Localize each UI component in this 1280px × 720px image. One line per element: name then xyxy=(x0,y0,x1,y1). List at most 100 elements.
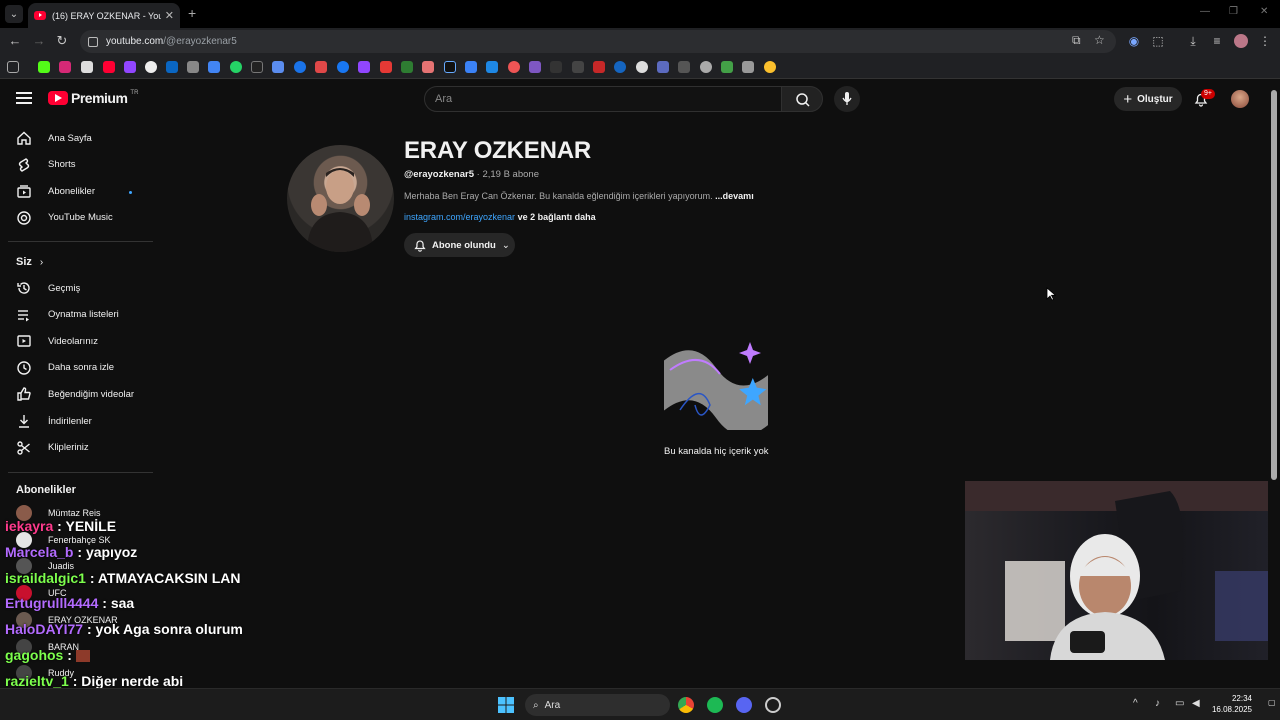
taskbar-search[interactable]: ⌕ Ara xyxy=(525,694,670,716)
bookmark-twitch-icon[interactable] xyxy=(124,61,136,73)
bookmark-icon-23[interactable] xyxy=(529,61,541,73)
sidebar-item-youtube-music[interactable]: YouTube Music xyxy=(0,205,152,231)
bookmark-facebook-icon[interactable] xyxy=(337,61,349,73)
discord-taskbar-icon[interactable] xyxy=(736,697,752,713)
apps-grid-icon[interactable] xyxy=(7,61,19,73)
address-bar[interactable]: youtube.com /@erayozkenar5 xyxy=(80,30,1116,53)
download-icon[interactable]: ⤓ xyxy=(1186,34,1200,48)
description-more[interactable]: ...devamı xyxy=(715,191,754,201)
back-icon[interactable]: ← xyxy=(7,33,23,48)
bookmark-icon-13[interactable] xyxy=(315,61,327,73)
bookmark-icon-6[interactable] xyxy=(166,61,178,73)
windows-start-icon[interactable] xyxy=(498,697,514,713)
tab-active[interactable]: (16) ERAY OZKENAR - YouTube ✕ xyxy=(28,3,180,28)
youtube-premium-logo[interactable]: Premium TR xyxy=(48,90,138,106)
close-window-icon[interactable]: ✕ xyxy=(1260,6,1268,17)
channel-avatar[interactable] xyxy=(287,145,394,252)
search-input[interactable]: Ara xyxy=(424,86,782,112)
bookmark-icon-19[interactable] xyxy=(444,61,456,73)
bookmark-icon-33[interactable] xyxy=(742,61,754,73)
account-avatar[interactable] xyxy=(1231,90,1249,108)
bookmark-icon-26[interactable] xyxy=(593,61,605,73)
bookmark-instagram-icon[interactable] xyxy=(59,61,71,73)
bookmark-x-icon[interactable] xyxy=(81,61,93,73)
sidebar-item-i-ndirilenler[interactable]: İndirilenler xyxy=(0,408,152,434)
tray-volume-icon[interactable]: ◀ xyxy=(1192,698,1200,709)
scrollbar-thumb[interactable] xyxy=(1271,90,1277,480)
subscription-name[interactable]: Mümtaz Reis xyxy=(48,508,101,518)
sidebar-item-oynatma-listeleri[interactable]: Oynatma listeleri xyxy=(0,302,152,328)
sidebar-item-daha-sonra-izle[interactable]: Daha sonra izle xyxy=(0,355,152,381)
spotify-taskbar-icon[interactable] xyxy=(707,697,723,713)
you-section-title[interactable]: Siz › xyxy=(16,256,43,268)
chat-text: saa xyxy=(110,595,135,612)
voice-search-button[interactable] xyxy=(834,86,860,112)
bookmark-icon-34[interactable] xyxy=(764,61,776,73)
bookmark-star-icon[interactable]: ☆ xyxy=(1094,33,1105,47)
sidebar-item-geçmiş[interactable]: Geçmiş xyxy=(0,275,152,301)
tray-network-icon[interactable]: ▭ xyxy=(1175,698,1184,709)
profile-icon[interactable] xyxy=(1234,34,1248,48)
instagram-link[interactable]: instagram.com/erayozkenar xyxy=(404,212,515,222)
tray-overflow-icon[interactable]: ^ xyxy=(1133,698,1138,709)
sidebar-item-klipleriniz[interactable]: Klipleriniz xyxy=(0,435,152,461)
bookmark-icon-22[interactable] xyxy=(508,61,520,73)
menu-icon[interactable] xyxy=(16,92,32,104)
maximize-icon[interactable]: ❐ xyxy=(1229,6,1238,17)
chat-message: Marcela_b : yapıyoz xyxy=(5,543,138,560)
sidebar-item-videolarınız[interactable]: Videolarınız xyxy=(0,328,152,354)
bookmark-icon-7[interactable] xyxy=(187,61,199,73)
subscriber-count: 2,19 B abone xyxy=(482,169,539,180)
sidebar-item-shorts[interactable]: Shorts xyxy=(0,152,152,178)
sidebar-item-beğendiğim-videolar[interactable]: Beğendiğim videolar xyxy=(0,381,152,407)
sidebar-item-ana-sayfa[interactable]: Ana Sayfa xyxy=(0,125,152,151)
obs-taskbar-icon[interactable] xyxy=(765,697,781,713)
bookmark-kick-icon[interactable] xyxy=(38,61,50,73)
bookmark-icon-10[interactable] xyxy=(251,61,263,73)
chrome-taskbar-icon[interactable] xyxy=(678,697,694,713)
bookmark-icon-21[interactable] xyxy=(486,61,498,73)
bookmark-icon-31[interactable] xyxy=(700,61,712,73)
bookmark-icon-16[interactable] xyxy=(380,61,392,73)
tab-search-icon[interactable]: ⌄ xyxy=(5,5,23,23)
bookmark-icon-11[interactable] xyxy=(272,61,284,73)
bookmark-whatsapp-icon[interactable] xyxy=(230,61,242,73)
install-app-icon[interactable]: ⧉ xyxy=(1072,33,1081,48)
bookmark-icon-25[interactable] xyxy=(572,61,584,73)
reload-icon[interactable]: ↻ xyxy=(54,33,70,49)
create-button[interactable]: + Oluştur xyxy=(1114,87,1182,111)
forward-icon[interactable]: → xyxy=(31,33,47,48)
minimize-icon[interactable]: — xyxy=(1200,6,1210,17)
bookmark-icon-17[interactable] xyxy=(401,61,413,73)
bookmark-icon-30[interactable] xyxy=(678,61,690,73)
search-button[interactable] xyxy=(781,86,823,112)
extension-icon[interactable]: ◉ xyxy=(1127,34,1141,48)
bookmark-youtube-icon[interactable] xyxy=(103,61,115,73)
bookmark-icon-29[interactable] xyxy=(657,61,669,73)
subscribed-button[interactable]: Abone olundu ⌄ xyxy=(404,233,515,257)
tray-mic-icon[interactable]: ♪ xyxy=(1155,698,1160,709)
site-info-icon[interactable] xyxy=(88,36,98,47)
chrome-menu-icon[interactable]: ⋮ xyxy=(1258,34,1272,48)
new-tab-icon[interactable]: + xyxy=(188,5,196,21)
bookmark-icon-12[interactable] xyxy=(294,61,306,73)
extensions-puzzle-icon[interactable]: ⬚ xyxy=(1151,34,1165,48)
bookmark-icon-32[interactable] xyxy=(721,61,733,73)
bookmark-icon-24[interactable] xyxy=(550,61,562,73)
channel-handle: @erayozkenar5 xyxy=(404,169,474,180)
bookmark-icon-28[interactable] xyxy=(636,61,648,73)
chat-username: razieltv_1 xyxy=(5,672,69,689)
channel-description-line[interactable]: Merhaba Ben Eray Can Özkenar. Bu kanalda… xyxy=(404,191,754,201)
bookmark-icon-20[interactable] xyxy=(465,61,477,73)
bookmark-icon-18[interactable] xyxy=(422,61,434,73)
reading-list-icon[interactable]: ≡ xyxy=(1210,34,1224,48)
tab-close-icon[interactable]: ✕ xyxy=(165,9,174,22)
notification-center-icon[interactable]: ▢ xyxy=(1268,698,1276,707)
taskbar-clock[interactable]: 22:34 16.08.2025 xyxy=(1208,693,1252,715)
bookmark-translate-icon[interactable] xyxy=(208,61,220,73)
bookmark-icon-15[interactable] xyxy=(358,61,370,73)
chat-message: HaloDAYI77 : yok Aga sonra olurum xyxy=(5,621,243,638)
bookmark-google-icon[interactable] xyxy=(145,61,157,73)
more-links[interactable]: ve 2 bağlantı daha xyxy=(518,212,596,222)
bookmark-icon-27[interactable] xyxy=(614,61,626,73)
